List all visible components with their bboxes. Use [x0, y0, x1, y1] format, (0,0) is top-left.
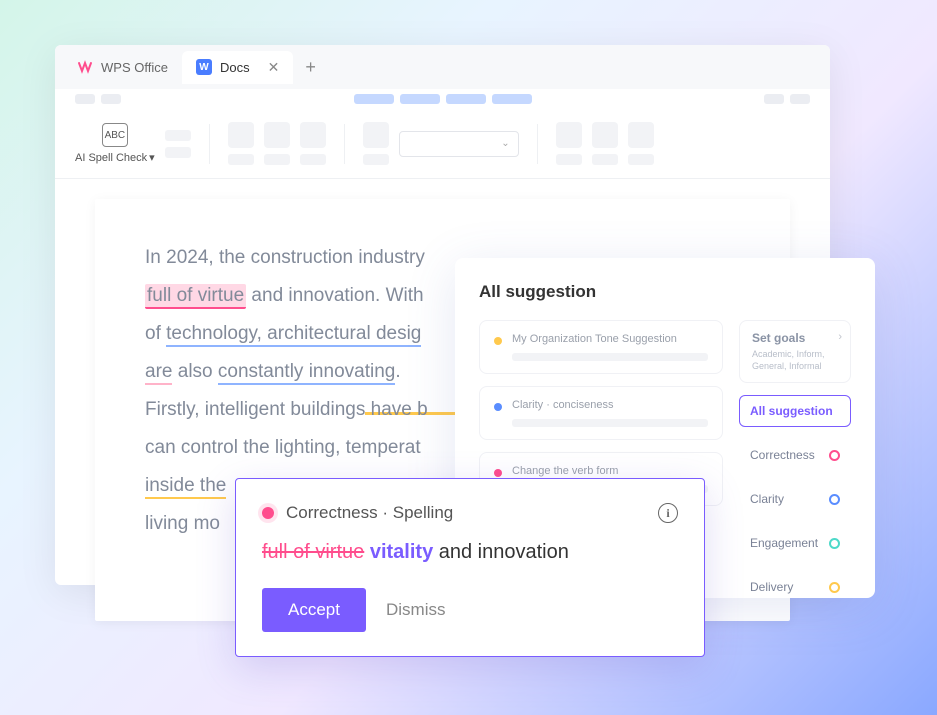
replacement-text: vitality [370, 541, 433, 563]
category-circle-icon [829, 538, 840, 549]
docs-icon: W [196, 59, 212, 75]
panel-title: All suggestion [479, 282, 851, 302]
chevron-down-icon: ▾ [149, 151, 155, 164]
set-goals-button[interactable]: Set goals Academic, Inform, General, Inf… [739, 320, 851, 383]
filter-correctness[interactable]: Correctness [739, 439, 851, 471]
dismiss-button[interactable]: Dismiss [386, 600, 446, 620]
ai-spell-label: AI Spell Check [75, 152, 147, 164]
goals-title: Set goals [752, 331, 838, 345]
accept-button[interactable]: Accept [262, 588, 366, 632]
filter-engagement[interactable]: Engagement [739, 527, 851, 559]
category-circle-icon [829, 582, 840, 593]
filter-clarity[interactable]: Clarity [739, 483, 851, 515]
spellcheck-icon: ABC [102, 123, 128, 147]
category-dot-icon [494, 403, 502, 411]
tab-docs[interactable]: W Docs ✕ [182, 51, 293, 84]
underline-clarity[interactable]: constantly innovating [218, 361, 395, 385]
menu-bar-placeholder [55, 89, 830, 109]
suggestion-item-title: Change the verb form [512, 465, 708, 477]
tab-label: Docs [220, 60, 250, 75]
correction-card: Correctness · Spelling i full of virtue … [235, 478, 705, 657]
ai-spell-check-button[interactable]: ABC AI Spell Check ▾ [75, 123, 155, 164]
category-circle-icon [829, 450, 840, 461]
info-icon[interactable]: i [658, 503, 678, 523]
category-dot-icon [494, 469, 502, 477]
tab-label: WPS Office [101, 60, 168, 75]
wps-logo-icon [77, 59, 93, 75]
underline-yellow[interactable]: inside the [145, 475, 226, 499]
goals-subtitle: Academic, Inform, General, Informal [752, 349, 838, 372]
filter-delivery[interactable]: Delivery [739, 571, 851, 603]
category-circle-icon [829, 494, 840, 505]
correction-text: full of virtue vitality and innovation [262, 541, 678, 564]
tab-wps[interactable]: WPS Office [63, 51, 182, 83]
highlight-error[interactable]: full of virtue [145, 284, 246, 309]
tab-bar: WPS Office W Docs ✕ + [55, 45, 830, 89]
correction-category: Correctness · Spelling [286, 503, 646, 523]
filter-sidebar: Set goals Academic, Inform, General, Inf… [739, 320, 851, 603]
ribbon-toolbar: ABC AI Spell Check ▾ ⌄ [55, 109, 830, 179]
category-dot-icon [494, 337, 502, 345]
underline-clarity[interactable]: technology, architectural desig [166, 323, 421, 347]
ribbon-dropdown[interactable]: ⌄ [399, 131, 519, 157]
chevron-right-icon: › [838, 331, 842, 343]
chevron-down-icon: ⌄ [501, 138, 509, 149]
strike-text: full of virtue [262, 541, 364, 563]
add-tab-button[interactable]: + [293, 57, 328, 78]
correctness-dot-icon [262, 507, 274, 519]
suggestion-item-title: Clarity · conciseness [512, 399, 708, 411]
suggestion-item[interactable]: My Organization Tone Suggestion [479, 320, 723, 374]
suggestion-item[interactable]: Clarity · conciseness [479, 386, 723, 440]
filter-all[interactable]: All suggestion [739, 395, 851, 427]
close-icon[interactable]: ✕ [268, 59, 280, 76]
suggestion-item-title: My Organization Tone Suggestion [512, 333, 708, 345]
underline-pink[interactable]: are [145, 361, 172, 385]
